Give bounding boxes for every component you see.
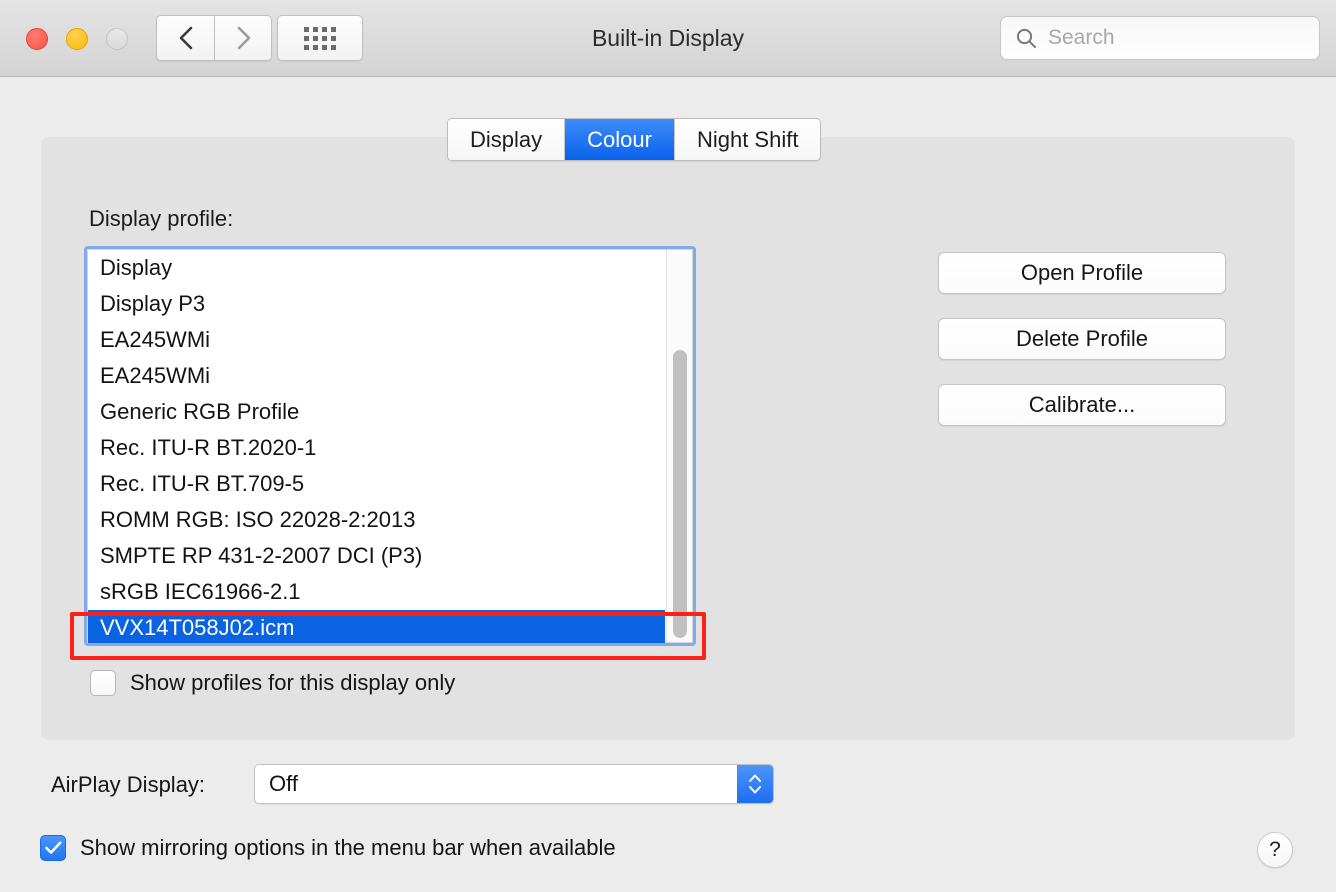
list-item[interactable]: sRGB IEC61966-2.1 [88, 574, 692, 610]
airplay-display-label: AirPlay Display: [51, 772, 206, 797]
up-down-chevrons-glyph [749, 774, 761, 794]
system-preferences-window: Built-in Display Search Display Colour N… [0, 0, 1336, 892]
checkbox-unchecked-icon[interactable] [90, 670, 116, 696]
list-scrollbar[interactable] [666, 250, 692, 642]
display-profile-label: Display profile: [89, 206, 234, 231]
airplay-display-select[interactable]: Off [254, 764, 774, 804]
show-mirroring-options-checkbox[interactable]: Show mirroring options in the menu bar w… [40, 835, 616, 861]
chevron-left-icon [179, 26, 192, 50]
close-window-button[interactable] [26, 28, 48, 50]
list-item[interactable]: Display P3 [88, 286, 692, 322]
list-item[interactable]: EA245WMi [88, 322, 692, 358]
list-item[interactable]: SMPTE RP 431-2-2007 DCI (P3) [88, 538, 692, 574]
tab-night-shift[interactable]: Night Shift [674, 119, 821, 160]
show-all-grid-icon [304, 26, 336, 50]
list-item[interactable]: Generic RGB Profile [88, 394, 692, 430]
list-item[interactable]: Rec. ITU-R BT.709-5 [88, 466, 692, 502]
display-profile-list-inner: Display Display P3 EA245WMi EA245WMi Gen… [87, 249, 693, 643]
chevron-right-icon [237, 26, 251, 50]
show-all-preferences-button[interactable] [277, 15, 363, 61]
search-input[interactable]: Search [1000, 16, 1320, 60]
search-placeholder-text: Search [1048, 26, 1115, 49]
show-profiles-for-display-checkbox[interactable]: Show profiles for this display only [90, 670, 455, 696]
delete-profile-button[interactable]: Delete Profile [938, 318, 1226, 360]
help-button[interactable]: ? [1257, 832, 1293, 868]
list-item[interactable]: Rec. ITU-R BT.2020-1 [88, 430, 692, 466]
tab-colour[interactable]: Colour [565, 119, 675, 160]
list-item[interactable]: ROMM RGB: ISO 22028-2:2013 [88, 502, 692, 538]
minimize-window-button[interactable] [66, 28, 88, 50]
open-profile-button[interactable]: Open Profile [938, 252, 1226, 294]
display-profile-list[interactable]: Display Display P3 EA245WMi EA245WMi Gen… [84, 246, 696, 646]
checkbox-checked-icon[interactable] [40, 835, 66, 861]
list-scrollbar-thumb[interactable] [673, 350, 687, 638]
airplay-display-value: Off [269, 771, 298, 796]
tab-display[interactable]: Display [448, 119, 566, 160]
zoom-window-button [106, 28, 128, 50]
list-item-selected[interactable]: VVX14T058J02.icm [88, 610, 665, 643]
forward-button[interactable] [214, 15, 272, 61]
up-down-chevrons-icon[interactable] [737, 765, 773, 803]
list-item[interactable]: EA245WMi [88, 358, 692, 394]
calibrate-button[interactable]: Calibrate... [938, 384, 1226, 426]
back-button[interactable] [156, 15, 214, 61]
tab-bar: Display Colour Night Shift [447, 118, 822, 161]
show-profiles-checkbox-label: Show profiles for this display only [130, 670, 456, 695]
checkmark-icon [44, 841, 62, 854]
window-toolbar: Built-in Display Search [0, 0, 1336, 77]
search-icon [1016, 28, 1036, 48]
mirroring-checkbox-label: Show mirroring options in the menu bar w… [80, 835, 616, 860]
list-item[interactable]: Display [88, 250, 692, 286]
